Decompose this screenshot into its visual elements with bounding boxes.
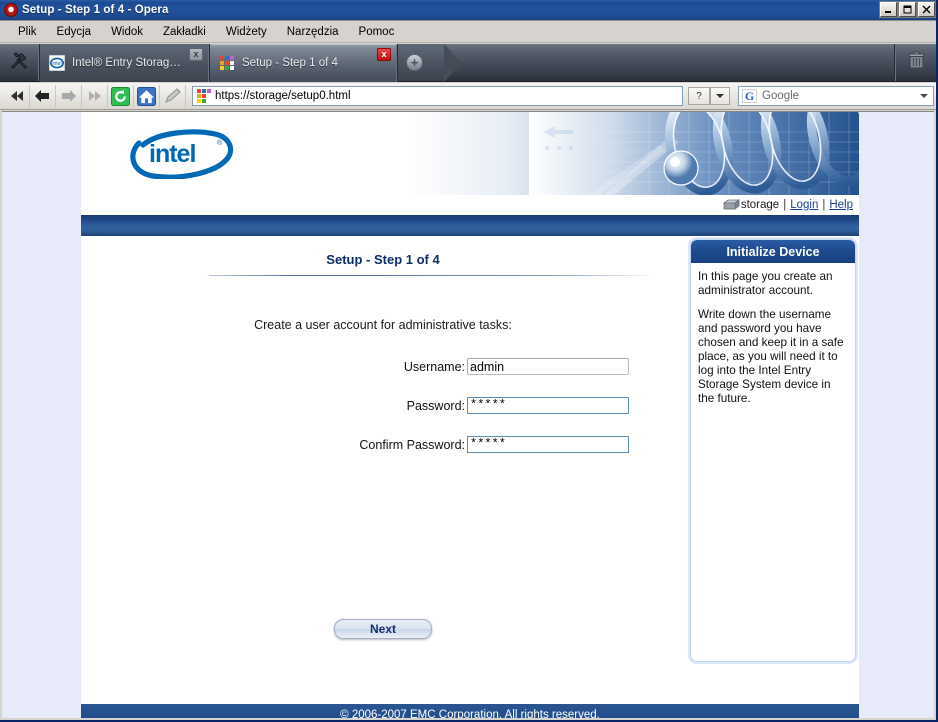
nav-blue-bar — [81, 215, 859, 236]
password-masked-value: ***** — [470, 398, 507, 412]
tab-setup-step-1[interactable]: Setup - Step 1 of 4 x — [210, 44, 398, 82]
chevron-down-icon[interactable] — [920, 94, 928, 98]
addressbar: https://storage/setup0.html ? G Google — [0, 83, 936, 110]
next-button-container: Next — [81, 453, 685, 639]
help-panel: Initialize Device In this page you creat… — [687, 236, 859, 665]
confirm-password-label: Confirm Password: — [359, 437, 465, 452]
help-link[interactable]: Help — [829, 199, 853, 211]
maximize-button[interactable] — [898, 1, 917, 18]
intel-favicon: intel — [49, 55, 65, 71]
intel-banner: intel ® — [81, 112, 859, 195]
menu-item-pomoc[interactable]: Pomoc — [349, 24, 405, 40]
colored-squares-favicon — [219, 55, 235, 71]
help-panel-title: Initialize Device — [691, 240, 855, 263]
help-paragraph-2: Write down the username and password you… — [698, 308, 844, 405]
url-help-group: ? — [683, 87, 730, 105]
copyright-text: © 2006-2007 EMC Corporation. All rights … — [340, 709, 600, 718]
page-footer: © 2006-2007 EMC Corporation. All rights … — [81, 704, 859, 718]
storage-label: storage — [740, 199, 780, 211]
url-bar[interactable]: https://storage/setup0.html — [192, 86, 683, 106]
menu-item-edycja[interactable]: Edycja — [47, 24, 102, 40]
home-button[interactable] — [134, 84, 160, 108]
instruction-text: Create a user account for administrative… — [254, 318, 512, 332]
tab-label: Intel® Entry Storage Sy... — [72, 57, 183, 69]
colored-squares-favicon — [197, 89, 211, 103]
new-tab-button[interactable]: + — [398, 44, 462, 82]
minimize-button[interactable] — [879, 1, 898, 18]
intel-logo: intel ® — [129, 129, 241, 180]
svg-text:intel: intel — [52, 61, 61, 67]
tab-label: Setup - Step 1 of 4 — [242, 57, 338, 69]
window-title: Setup - Step 1 of 4 - Opera — [22, 4, 169, 16]
fast-forward-button[interactable] — [82, 84, 108, 108]
menu-item-plik[interactable]: Plik — [8, 24, 47, 40]
svg-text:®: ® — [217, 139, 223, 147]
window-titlebar: Setup - Step 1 of 4 - Opera — [0, 0, 936, 21]
next-button[interactable]: Next — [334, 619, 432, 639]
rewind-button[interactable] — [4, 84, 30, 108]
form-row-username: Username: admin — [81, 358, 685, 375]
url-help-button[interactable]: ? — [688, 87, 710, 105]
tabbar: intel Intel® Entry Storage Sy... x — [0, 44, 936, 82]
password-input[interactable]: ***** — [467, 397, 629, 414]
url-dropdown-button[interactable] — [710, 87, 730, 105]
link-separator: | — [783, 199, 787, 211]
main-column: Setup - Step 1 of 4 Create a user accoun… — [81, 236, 685, 639]
banner-decoration-graphic — [529, 112, 859, 195]
help-panel-body: In this page you create an administrator… — [691, 263, 855, 406]
menu-item-widok[interactable]: Widok — [101, 24, 153, 40]
back-button[interactable] — [30, 84, 56, 108]
tools-button[interactable] — [0, 44, 40, 81]
login-link[interactable]: Login — [790, 199, 818, 211]
help-paragraph-1: In this page you create an administrator… — [698, 270, 833, 297]
opera-browser-window: Setup - Step 1 of 4 - Opera Plik Edycja … — [0, 0, 938, 722]
page-title: Setup - Step 1 of 4 — [326, 252, 440, 267]
tab-close-button[interactable]: x — [377, 48, 391, 61]
url-text: https://storage/setup0.html — [215, 90, 351, 102]
form-row-password: Password: ***** — [81, 397, 685, 414]
menu-item-zakladki[interactable]: Zakładki — [153, 24, 216, 40]
svg-text:intel: intel — [149, 140, 195, 168]
close-button[interactable] — [917, 1, 936, 18]
password-label: Password: — [406, 398, 465, 413]
confirm-password-masked-value: ***** — [470, 437, 507, 451]
plus-circle-icon: + — [406, 54, 423, 71]
help-panel-inner: Initialize Device In this page you creat… — [690, 239, 856, 662]
wrench-screwdriver-icon — [9, 50, 30, 76]
edit-button[interactable] — [160, 84, 186, 108]
menu-item-widzety[interactable]: Widżety — [216, 24, 277, 40]
menu-item-narzedzia[interactable]: Narzędzia — [277, 24, 349, 40]
page-viewport: intel ® storage | Login | Help Setup - S… — [2, 111, 934, 718]
forward-button[interactable] — [56, 84, 82, 108]
trash-icon — [908, 51, 925, 75]
opera-logo-icon — [4, 3, 18, 17]
form-row-confirm-password: Confirm Password: ***** — [81, 436, 685, 453]
window-controls — [879, 1, 936, 18]
link-separator: | — [822, 199, 826, 211]
banner-links: storage | Login | Help — [81, 195, 859, 215]
trash-button[interactable] — [894, 44, 936, 81]
reload-button[interactable] — [108, 84, 134, 108]
web-page: intel ® storage | Login | Help Setup - S… — [81, 112, 859, 718]
tab-close-button[interactable]: x — [189, 48, 203, 61]
google-g-icon: G — [742, 89, 757, 103]
username-input[interactable]: admin — [467, 358, 629, 375]
page-body: Setup - Step 1 of 4 Create a user accoun… — [81, 236, 859, 704]
menubar: Plik Edycja Widok Zakładki Widżety Narzę… — [0, 22, 936, 43]
search-field[interactable]: G Google — [738, 86, 934, 106]
confirm-password-input[interactable]: ***** — [467, 436, 629, 453]
storage-device-icon — [722, 199, 741, 211]
tab-intel-entry-storage[interactable]: intel Intel® Entry Storage Sy... x — [40, 44, 210, 82]
search-placeholder: Google — [762, 90, 800, 102]
username-label: Username: — [403, 359, 465, 374]
